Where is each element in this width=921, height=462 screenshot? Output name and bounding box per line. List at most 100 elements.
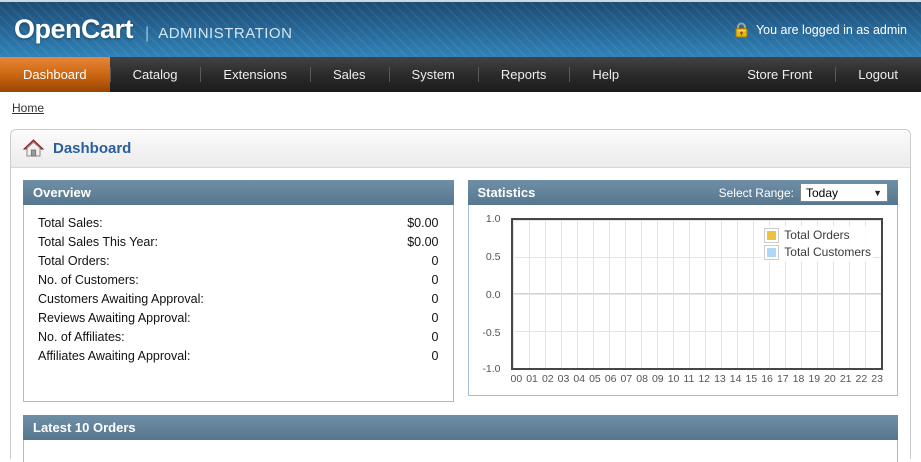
x-tick: 14	[729, 373, 742, 385]
x-tick: 21	[839, 373, 852, 385]
x-tick: 02	[541, 373, 554, 385]
nav-item-extensions[interactable]: Extensions	[200, 57, 310, 92]
x-tick: 10	[667, 373, 680, 385]
overview-label: Total Orders:	[38, 254, 110, 268]
x-tick: 00	[510, 373, 523, 385]
y-tick: 1.0	[485, 213, 501, 225]
range-select-value: Today	[806, 185, 839, 200]
app-header: OpenCart | ADMINISTRATION You are logged…	[0, 0, 921, 57]
chart-plot: Total Orders Total Customers	[510, 218, 883, 370]
home-icon	[22, 139, 45, 158]
overview-label: No. of Customers:	[38, 273, 139, 287]
page-title: Dashboard	[53, 140, 132, 157]
x-tick: 20	[824, 373, 836, 385]
nav-item-store-front[interactable]: Store Front	[724, 57, 835, 92]
overview-value: $0.00	[407, 216, 439, 230]
overview-row: Total Sales: $0.00	[38, 214, 439, 233]
lock-icon	[734, 22, 749, 38]
overview-value: 0	[431, 311, 439, 325]
y-tick: 0.0	[485, 289, 501, 301]
overview-row: No. of Affiliates: 0	[38, 328, 439, 347]
overview-value: 0	[431, 254, 439, 268]
x-tick: 03	[557, 373, 570, 385]
legend-item: Total Customers	[764, 244, 871, 261]
range-select[interactable]: Today ▼	[800, 183, 888, 202]
breadcrumb-home-link[interactable]: Home	[12, 101, 44, 115]
chart-plot-area: 1.0 0.5 0.0 -0.5 -1.0 Total Orders Total…	[482, 213, 883, 375]
legend-item: Total Orders	[764, 227, 871, 244]
chart-legend: Total Orders Total Customers	[762, 226, 873, 262]
statistics-panel: Statistics Select Range: Today ▼ 1.0 0.5…	[467, 180, 898, 402]
legend-label: Total Orders	[784, 228, 850, 242]
chevron-down-icon: ▼	[873, 187, 882, 198]
y-tick: -1.0	[482, 363, 501, 375]
select-range-label: Select Range:	[718, 185, 794, 200]
nav-item-help[interactable]: Help	[569, 57, 642, 92]
statistics-panel-heading: Statistics Select Range: Today ▼	[467, 180, 898, 205]
x-tick: 07	[620, 373, 633, 385]
statistics-body: 1.0 0.5 0.0 -0.5 -1.0 Total Orders Total…	[467, 205, 898, 396]
latest-orders-title: Latest 10 Orders	[33, 420, 136, 435]
x-tick: 15	[745, 373, 758, 385]
dashboard-box: Dashboard Overview Total Sales: $0.00 To…	[10, 129, 911, 462]
y-tick: 0.5	[485, 251, 501, 263]
overview-value: 0	[431, 292, 439, 306]
page-heading: Dashboard	[11, 130, 910, 168]
login-status: You are logged in as admin	[734, 22, 907, 38]
total-orders-swatch	[764, 228, 780, 243]
x-tick: 17	[776, 373, 789, 385]
x-tick: 16	[761, 373, 773, 385]
main-nav: Dashboard Catalog Extensions Sales Syste…	[0, 57, 921, 92]
nav-item-sales[interactable]: Sales	[310, 57, 389, 92]
overview-row: Affiliates Awaiting Approval: 0	[38, 347, 439, 366]
latest-orders-body	[23, 440, 898, 462]
x-tick: 12	[698, 373, 711, 385]
nav-item-system[interactable]: System	[388, 57, 478, 92]
breadcrumb: Home	[0, 92, 921, 125]
login-status-text: You are logged in as admin	[755, 22, 907, 37]
x-tick: 19	[808, 373, 821, 385]
statistics-title: Statistics	[477, 185, 536, 200]
nav-item-logout[interactable]: Logout	[835, 57, 921, 92]
legend-label: Total Customers	[784, 245, 871, 259]
overview-value: 0	[431, 273, 439, 287]
dashboard-content: Overview Total Sales: $0.00 Total Sales …	[11, 168, 910, 462]
x-tick: 13	[714, 373, 726, 385]
x-tick: 18	[792, 373, 805, 385]
overview-panel: Overview Total Sales: $0.00 Total Sales …	[23, 180, 454, 402]
x-tick: 09	[651, 373, 664, 385]
overview-row: Total Sales This Year: $0.00	[38, 233, 439, 252]
overview-row: Total Orders: 0	[38, 252, 439, 271]
range-control: Select Range: Today ▼	[719, 183, 888, 202]
x-tick: 04	[573, 373, 586, 385]
x-tick: 01	[526, 373, 538, 385]
overview-label: Total Sales:	[38, 216, 103, 230]
overview-label: Reviews Awaiting Approval:	[38, 311, 191, 325]
nav-item-catalog[interactable]: Catalog	[109, 57, 201, 92]
logo-separator: |	[145, 25, 150, 42]
overview-row: Reviews Awaiting Approval: 0	[38, 309, 439, 328]
chart-y-axis: 1.0 0.5 0.0 -0.5 -1.0	[475, 213, 505, 375]
latest-orders-panel: Latest 10 Orders	[23, 415, 898, 462]
latest-orders-heading: Latest 10 Orders	[23, 415, 898, 440]
x-tick: 08	[636, 373, 648, 385]
x-tick: 23	[871, 373, 883, 385]
x-tick: 06	[604, 373, 617, 385]
overview-row: Customers Awaiting Approval: 0	[38, 290, 439, 309]
overview-value: 0	[431, 330, 439, 344]
zero-gridline	[512, 293, 881, 294]
overview-label: No. of Affiliates:	[38, 330, 125, 344]
overview-label: Total Sales This Year:	[38, 235, 158, 249]
overview-panel-heading: Overview	[23, 180, 454, 205]
overview-value: 0	[431, 349, 439, 363]
overview-label: Customers Awaiting Approval:	[38, 292, 204, 306]
overview-row: No. of Customers: 0	[38, 271, 439, 290]
x-tick: 05	[589, 373, 601, 385]
y-tick: -0.5	[482, 327, 501, 339]
overview-label: Affiliates Awaiting Approval:	[38, 349, 191, 363]
app-logo: OpenCart	[14, 14, 134, 44]
chart: 1.0 0.5 0.0 -0.5 -1.0 Total Orders Total…	[482, 213, 883, 385]
nav-item-reports[interactable]: Reports	[477, 57, 570, 92]
total-customers-swatch	[764, 245, 780, 260]
nav-item-dashboard[interactable]: Dashboard	[0, 57, 110, 92]
